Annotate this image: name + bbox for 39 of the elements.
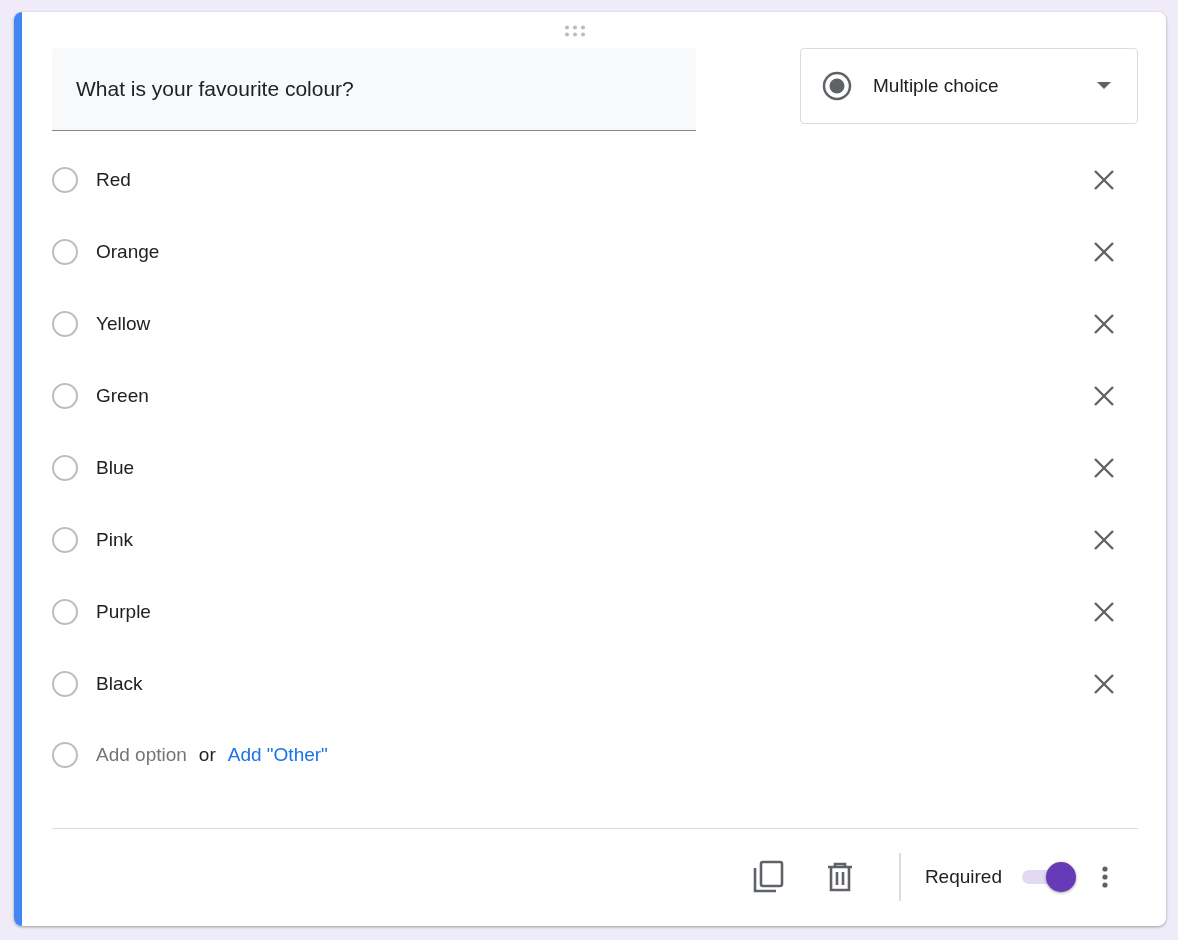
required-toggle[interactable] [1020,861,1078,893]
radio-circle-icon [52,527,78,553]
radio-circle-icon [52,311,78,337]
radio-circle-icon [52,167,78,193]
radio-circle-icon [52,742,78,768]
option-label[interactable]: Yellow [96,313,1094,335]
radio-circle-icon [52,455,78,481]
add-other-link[interactable]: Add "Other" [227,744,328,766]
delete-icon[interactable] [827,862,854,892]
remove-option-icon[interactable] [1094,674,1114,694]
more-options-icon[interactable] [1102,865,1108,889]
radio-circle-icon [52,671,78,697]
copy-icon[interactable] [753,860,786,894]
option-label[interactable]: Blue [96,457,1094,479]
question-type-dropdown[interactable]: Multiple choice [800,48,1138,124]
remove-option-icon[interactable] [1094,458,1114,478]
option-label[interactable]: Black [96,673,1094,695]
remove-option-icon[interactable] [1094,170,1114,190]
option-label[interactable]: Green [96,385,1094,407]
radio-button-icon [821,70,853,102]
radio-circle-icon [52,599,78,625]
question-type-label: Multiple choice [873,75,1000,97]
question-field[interactable]: What is your favourite colour? [52,48,696,131]
required-label: Required [924,866,1002,888]
dropdown-caret-icon [1097,82,1111,90]
remove-option-icon[interactable] [1094,386,1114,406]
remove-option-icon[interactable] [1094,602,1114,622]
remove-option-icon[interactable] [1094,530,1114,550]
option-label[interactable]: Red [96,169,1094,191]
drag-handle-icon[interactable] [563,25,587,37]
connector-text: or [198,744,216,766]
radio-circle-icon [52,239,78,265]
add-option-field[interactable]: Add option [96,744,187,766]
remove-option-icon[interactable] [1094,314,1114,334]
remove-option-icon[interactable] [1094,242,1114,262]
option-label[interactable]: Orange [96,241,1094,263]
radio-circle-icon [52,383,78,409]
option-label[interactable]: Pink [96,529,1094,551]
option-label[interactable]: Purple [96,601,1094,623]
